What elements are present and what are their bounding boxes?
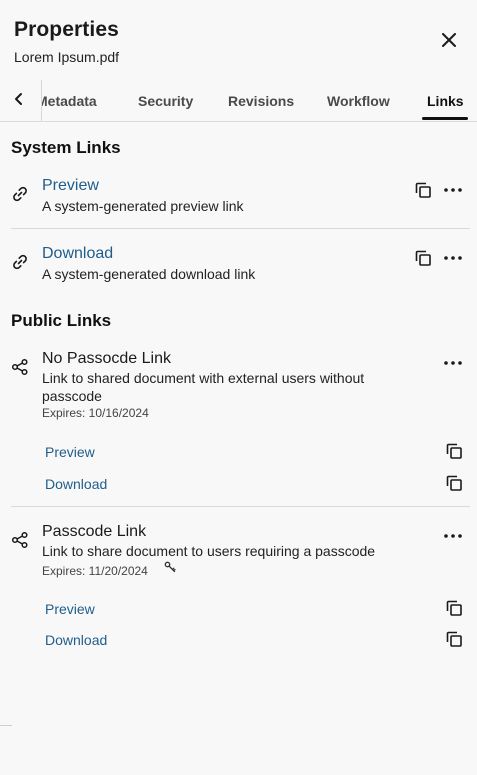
tab-metadata[interactable]: Metadata bbox=[36, 93, 97, 109]
system-link-preview: Preview A system-generated preview link bbox=[11, 175, 470, 225]
file-name: Lorem Ipsum.pdf bbox=[14, 49, 120, 65]
public-links-heading: Public Links bbox=[11, 311, 112, 330]
divider bbox=[11, 506, 470, 507]
share-icon bbox=[11, 358, 29, 376]
system-link-download-title[interactable]: Download bbox=[42, 245, 113, 263]
more-options-icon[interactable] bbox=[444, 249, 462, 267]
tab-scroll-left-button[interactable] bbox=[0, 80, 42, 121]
divider bbox=[11, 228, 470, 229]
divider bbox=[0, 725, 12, 726]
link-icon bbox=[11, 185, 29, 203]
system-link-download: Download A system-generated download lin… bbox=[11, 243, 470, 293]
tab-bar: Metadata Security Revisions Workflow Lin… bbox=[0, 80, 477, 122]
panel-title: Properties bbox=[14, 18, 119, 41]
key-icon bbox=[164, 561, 176, 573]
public-link-download-link[interactable]: Download bbox=[45, 476, 107, 492]
more-options-icon[interactable] bbox=[444, 181, 462, 199]
public-link-preview-link[interactable]: Preview bbox=[45, 444, 95, 460]
share-icon bbox=[11, 531, 29, 549]
public-link-download-link[interactable]: Download bbox=[45, 632, 107, 648]
public-link-title: No Passocde Link bbox=[42, 350, 171, 367]
system-link-preview-description: A system-generated preview link bbox=[42, 198, 244, 214]
public-link-description: Link to share document to users requirin… bbox=[42, 543, 376, 559]
tab-security[interactable]: Security bbox=[138, 93, 193, 109]
copy-icon[interactable] bbox=[445, 442, 463, 460]
link-icon bbox=[11, 253, 29, 271]
tab-workflow[interactable]: Workflow bbox=[327, 93, 390, 109]
public-link-preview-link[interactable]: Preview bbox=[45, 601, 95, 617]
public-link-expires: Expires: 11/20/2024 bbox=[42, 564, 148, 578]
public-link-description: Link to shared document with external us… bbox=[42, 370, 365, 404]
copy-icon[interactable] bbox=[414, 249, 432, 267]
more-options-icon[interactable] bbox=[444, 354, 462, 372]
close-icon[interactable] bbox=[440, 31, 458, 49]
panel-header: Properties Lorem Ipsum.pdf bbox=[14, 18, 477, 68]
public-link-passcode: Passcode Link Link to share document to … bbox=[11, 521, 470, 651]
system-links-heading: System Links bbox=[11, 138, 121, 157]
system-link-preview-title[interactable]: Preview bbox=[42, 177, 99, 195]
public-link-no-passcode: No Passocde Link Link to shared document… bbox=[11, 348, 470, 498]
public-link-expires: Expires: 10/16/2024 bbox=[42, 406, 149, 420]
chevron-left-icon bbox=[12, 92, 26, 106]
copy-icon[interactable] bbox=[445, 599, 463, 617]
copy-icon[interactable] bbox=[414, 181, 432, 199]
active-tab-indicator bbox=[422, 117, 468, 120]
system-link-download-description: A system-generated download link bbox=[42, 266, 256, 282]
more-options-icon[interactable] bbox=[444, 527, 462, 545]
tab-links[interactable]: Links bbox=[427, 93, 464, 109]
copy-icon[interactable] bbox=[445, 474, 463, 492]
tab-revisions[interactable]: Revisions bbox=[228, 93, 294, 109]
public-link-title: Passcode Link bbox=[42, 523, 147, 540]
copy-icon[interactable] bbox=[445, 630, 463, 648]
